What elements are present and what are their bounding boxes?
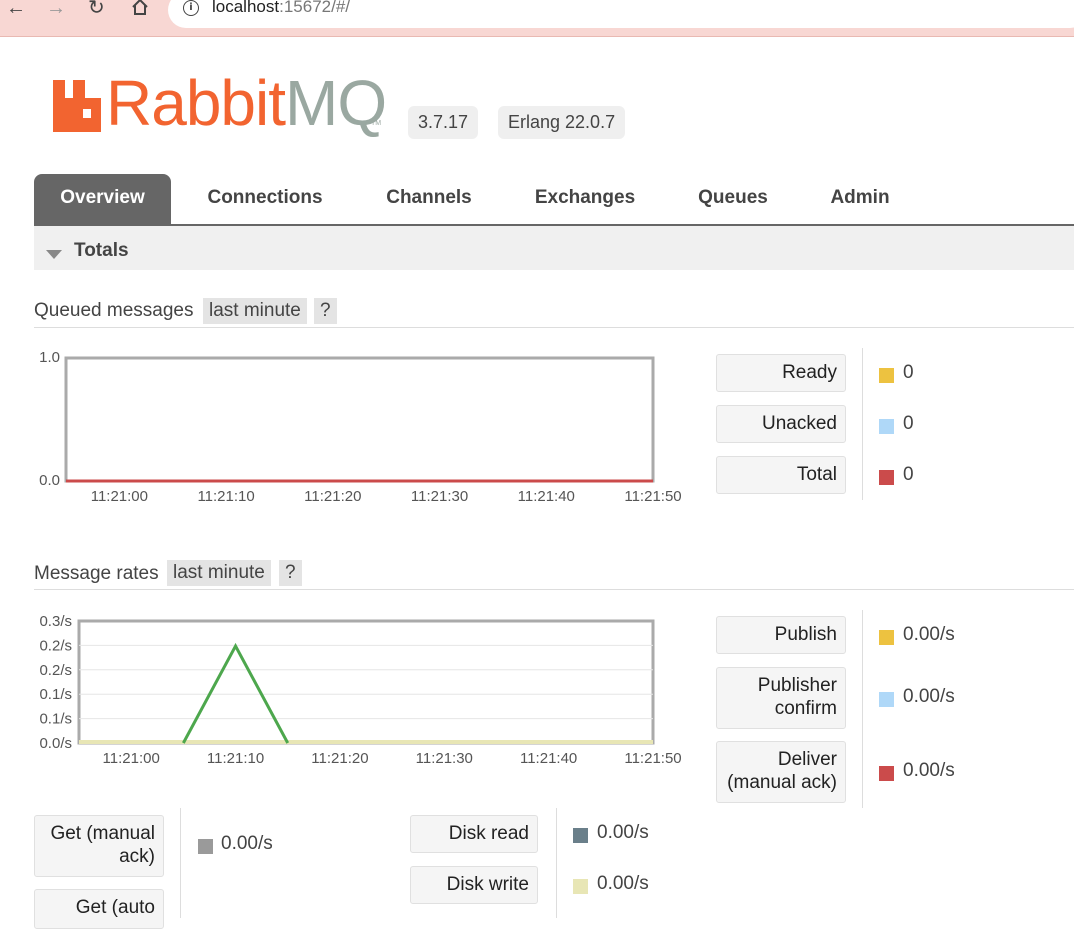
erlang-version-badge: Erlang 22.0.7 xyxy=(498,106,626,139)
plot-frame xyxy=(64,356,655,483)
legend-publisher-confirm-text: Publisher confirm xyxy=(757,675,837,719)
publish-value: 0.00/s xyxy=(903,624,955,645)
back-arrow-icon[interactable]: ← xyxy=(6,0,26,18)
site-info-icon[interactable]: i xyxy=(183,0,199,16)
total-color-swatch xyxy=(879,470,894,485)
get-manual-ack-color-swatch xyxy=(198,839,213,854)
disk-write-value: 0.00/s xyxy=(597,873,649,894)
tab-connections[interactable]: Connections xyxy=(194,174,336,224)
ready-color-swatch xyxy=(879,368,894,383)
queued-messages-chart: 1.0 0.0 11:21:00 11:21:10 11:21:20 11:21:30 11… xyxy=(39,349,682,505)
x-tick-label: 11:21:10 xyxy=(207,750,264,767)
publisher-confirm-color-swatch xyxy=(879,692,894,707)
tab-overview[interactable]: Overview xyxy=(34,174,171,224)
home-icon[interactable] xyxy=(130,0,150,22)
rabbitmq-version-badge: 3.7.17 xyxy=(408,106,479,139)
totals-section-header[interactable] xyxy=(34,226,1074,270)
main-tabs: Overview Connections Channels Exchanges … xyxy=(34,174,1074,226)
trademark: TM xyxy=(371,120,382,127)
legend-get-auto-ack-label: Get (auto xyxy=(34,889,164,929)
plot-frame xyxy=(77,619,655,745)
tab-exchanges[interactable]: Exchanges xyxy=(522,174,648,224)
y-tick-label: 0.3/s xyxy=(39,613,72,630)
legend-deliver-text: Deliver (manual ack) xyxy=(727,749,837,793)
legend-disk-read-label: Disk read xyxy=(410,815,538,853)
get-manual-ack-value: 0.00/s xyxy=(221,833,273,854)
y-tick-label: 0.0 xyxy=(39,472,60,489)
unacked-value: 0 xyxy=(903,413,914,434)
tab-admin[interactable]: Admin xyxy=(816,174,904,224)
rates-help-button[interactable]: ? xyxy=(279,560,302,586)
rates-period-selector[interactable]: last minute xyxy=(167,560,271,586)
y-tick-label: 0.1/s xyxy=(39,686,72,703)
url-text[interactable]: localhost:15672/#/ xyxy=(212,0,350,17)
collapse-triangle-icon[interactable] xyxy=(46,250,62,259)
x-tick-label: 11:21:30 xyxy=(411,488,468,505)
x-tick-label: 11:21:20 xyxy=(311,750,368,767)
legend-total-label: Total xyxy=(716,456,846,494)
y-tick-label: 0.1/s xyxy=(39,711,72,728)
legend-divider xyxy=(862,348,863,500)
totals-title: Totals xyxy=(74,240,129,261)
publisher-confirm-value: 0.00/s xyxy=(903,686,955,707)
queued-help-button[interactable]: ? xyxy=(314,298,337,324)
x-tick-label: 11:21:40 xyxy=(520,750,577,767)
x-tick-label: 11:21:00 xyxy=(91,488,148,505)
y-tick-label: 1.0 xyxy=(39,349,60,366)
message-rates-title: Message rates xyxy=(34,563,159,584)
legend-divider xyxy=(556,808,557,918)
message-rates-chart: 0.3/s 0.2/s 0.2/s 0.1/s 0.1/s 0.0/s 11:21:00 11… xyxy=(39,613,681,767)
x-tick-label: 11:21:20 xyxy=(304,488,361,505)
legend-unacked-label: Unacked xyxy=(716,405,846,443)
deliver-value: 0.00/s xyxy=(903,760,955,781)
legend-get-auto-text: Get (auto xyxy=(75,897,155,918)
x-tick-label: 11:21:00 xyxy=(103,750,160,767)
ready-value: 0 xyxy=(903,362,914,383)
tab-channels[interactable]: Channels xyxy=(370,174,488,224)
queued-period-selector[interactable]: last minute xyxy=(203,298,307,324)
disk-write-color-swatch xyxy=(573,879,588,894)
queued-messages-title: Queued messages xyxy=(34,300,194,321)
deliver-color-swatch xyxy=(879,766,894,781)
x-tick-label: 11:21:50 xyxy=(624,488,681,505)
x-tick-label: 11:21:50 xyxy=(624,750,681,767)
y-tick-label: 0.2/s xyxy=(39,637,72,654)
x-tick-label: 11:21:10 xyxy=(197,488,254,505)
legend-get-manual-ack-label: Get (manual ack) xyxy=(34,815,164,877)
rabbitmq-logo-text: RabbitMQ xyxy=(106,67,387,139)
legend-divider xyxy=(180,808,181,918)
total-value: 0 xyxy=(903,464,914,485)
publish-color-swatch xyxy=(879,630,894,645)
forward-arrow-icon[interactable]: → xyxy=(46,0,66,18)
y-tick-label: 0.0/s xyxy=(39,735,72,752)
rabbitmq-logo-icon xyxy=(53,80,103,137)
legend-publisher-confirm-label: Publisher confirm xyxy=(716,667,846,729)
unacked-color-swatch xyxy=(879,419,894,434)
legend-ready-label: Ready xyxy=(716,354,846,392)
legend-deliver-manual-ack-label: Deliver (manual ack) xyxy=(716,741,846,803)
reload-icon[interactable]: ↻ xyxy=(88,0,105,18)
y-tick-label: 0.2/s xyxy=(39,662,72,679)
x-tick-label: 11:21:30 xyxy=(416,750,473,767)
legend-disk-write-label: Disk write xyxy=(410,866,538,904)
divider xyxy=(34,327,1074,328)
legend-get-manual-ack-text: Get (manual ack) xyxy=(50,823,155,867)
disk-read-value: 0.00/s xyxy=(597,822,649,843)
disk-read-color-swatch xyxy=(573,828,588,843)
tab-queues[interactable]: Queues xyxy=(684,174,782,224)
x-tick-label: 11:21:40 xyxy=(518,488,575,505)
legend-publish-label: Publish xyxy=(716,616,846,654)
legend-divider xyxy=(862,610,863,808)
divider xyxy=(34,589,1074,590)
